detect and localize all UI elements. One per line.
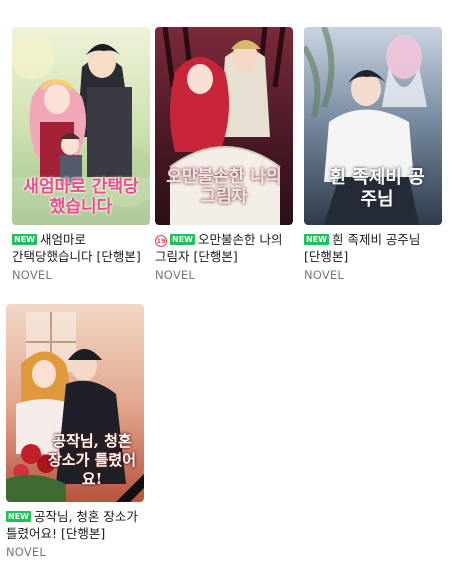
cover-title-art: 흰 족제비 공주님 bbox=[329, 167, 425, 210]
new-badge: NEW bbox=[12, 234, 37, 245]
book-title[interactable]: NEW 새엄마로 간택당했습니다 [단행본] bbox=[12, 231, 150, 265]
book-cover-image[interactable]: 흰 족제비 공주님 bbox=[304, 27, 442, 225]
book-title[interactable]: NEW 공작님, 청혼 장소가 틀렸어요! [단행본] bbox=[6, 508, 144, 542]
book-title[interactable]: 19 NEW 오만불손한 나의 그림자 [단행본] bbox=[155, 231, 293, 265]
cover-title-art: 공작님, 청혼 장소가 틀렸어요! bbox=[47, 432, 137, 488]
book-card[interactable]: 오만불손한 나의 그림자 19 NEW 오만불손한 나의 그림자 [단행본] NOV… bbox=[155, 27, 293, 282]
book-cover-image[interactable]: 공작님, 청혼 장소가 틀렸어요! bbox=[6, 304, 144, 502]
book-category: NOVEL bbox=[304, 268, 344, 282]
book-category: NOVEL bbox=[155, 268, 195, 282]
book-title[interactable]: NEW 흰 족제비 공주님 [단행본] bbox=[304, 231, 442, 265]
adult-19-badge: 19 bbox=[155, 235, 167, 247]
new-badge: NEW bbox=[170, 234, 195, 245]
new-badge: NEW bbox=[6, 511, 31, 522]
book-cover-image[interactable]: 새엄마로 간택당했습니다 bbox=[12, 27, 150, 225]
book-card[interactable]: 흰 족제비 공주님 NEW 흰 족제비 공주님 [단행본] NOVEL bbox=[304, 27, 442, 282]
cover-title-art: 새엄마로 간택당했습니다 bbox=[23, 177, 139, 217]
book-category: NOVEL bbox=[6, 545, 46, 559]
book-category: NOVEL bbox=[12, 268, 52, 282]
book-card[interactable]: 공작님, 청혼 장소가 틀렸어요! NEW 공작님, 청혼 장소가 틀렸어요! [… bbox=[6, 304, 144, 559]
cover-title-art: 오만불손한 나의 그림자 bbox=[166, 167, 282, 207]
new-badge: NEW bbox=[304, 234, 329, 245]
book-cover-image[interactable]: 오만불손한 나의 그림자 bbox=[155, 27, 293, 225]
book-card[interactable]: 새엄마로 간택당했습니다 NEW 새엄마로 간택당했습니다 [단행본] NOVEL bbox=[12, 27, 150, 282]
